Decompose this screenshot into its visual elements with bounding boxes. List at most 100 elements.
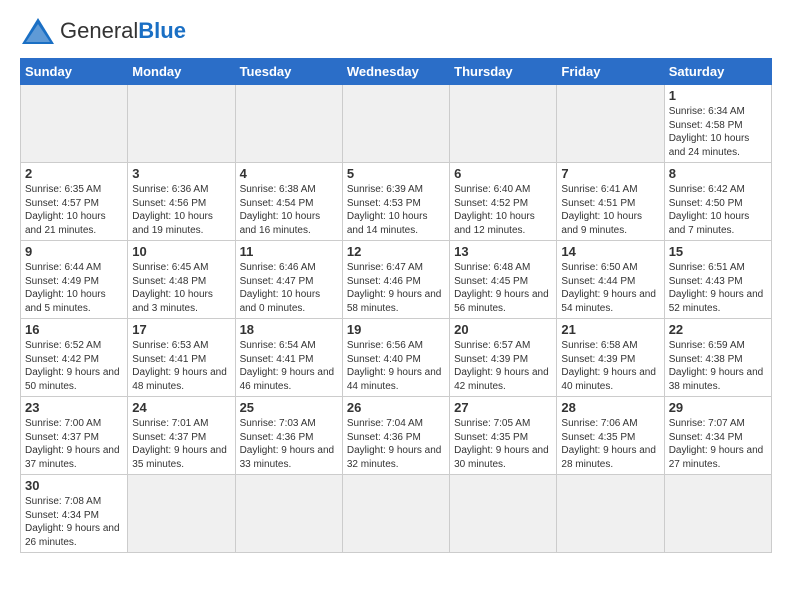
- day-info: Sunrise: 6:36 AM Sunset: 4:56 PM Dayligh…: [132, 183, 230, 237]
- calendar-cell: 18 Sunrise: 6:54 AM Sunset: 4:41 PM Dayli…: [235, 319, 342, 397]
- calendar-cell: 5Sunrise: 6:39 AM Sunset: 4:53 PM Daylig…: [342, 163, 449, 241]
- day-number: 23: [25, 400, 123, 415]
- day-info: Sunrise: 6:35 AM Sunset: 4:57 PM Dayligh…: [25, 183, 123, 237]
- day-number: 27: [454, 400, 552, 415]
- day-info: Sunrise: 7:08 AM Sunset: 4:34 PM Dayligh…: [25, 495, 123, 549]
- day-number: 12: [347, 244, 445, 259]
- weekday-header-row: SundayMondayTuesdayWednesdayThursdayFrid…: [21, 59, 772, 85]
- day-number: 16: [25, 322, 123, 337]
- calendar-cell: [21, 85, 128, 163]
- calendar-cell: 2 Sunrise: 6:35 AM Sunset: 4:57 PM Daylig…: [21, 163, 128, 241]
- calendar-cell: 7 Sunrise: 6:41 AM Sunset: 4:51 PM Daylig…: [557, 163, 664, 241]
- day-number: 17: [132, 322, 230, 337]
- day-info: Sunrise: 6:47 AM Sunset: 4:46 PM Dayligh…: [347, 261, 445, 315]
- logo-icon: [20, 16, 56, 46]
- day-info: Sunrise: 6:54 AM Sunset: 4:41 PM Dayligh…: [240, 339, 338, 393]
- calendar-cell: 22Sunrise: 6:59 AM Sunset: 4:38 PM Dayli…: [664, 319, 771, 397]
- day-number: 9: [25, 244, 123, 259]
- logo: GeneralBlue: [20, 16, 186, 46]
- day-number: 2: [25, 166, 123, 181]
- calendar-cell: 24 Sunrise: 7:01 AM Sunset: 4:37 PM Dayli…: [128, 397, 235, 475]
- calendar-cell: 26 Sunrise: 7:04 AM Sunset: 4:36 PM Dayli…: [342, 397, 449, 475]
- calendar-cell: [557, 475, 664, 553]
- calendar-cell: 10 Sunrise: 6:45 AM Sunset: 4:48 PM Dayli…: [128, 241, 235, 319]
- day-number: 1: [669, 88, 767, 103]
- day-info: Sunrise: 6:48 AM Sunset: 4:45 PM Dayligh…: [454, 261, 552, 315]
- day-number: 26: [347, 400, 445, 415]
- weekday-header-sunday: Sunday: [21, 59, 128, 85]
- day-info: Sunrise: 6:45 AM Sunset: 4:48 PM Dayligh…: [132, 261, 230, 315]
- day-number: 29: [669, 400, 767, 415]
- day-info: Sunrise: 6:41 AM Sunset: 4:51 PM Dayligh…: [561, 183, 659, 237]
- day-info: Sunrise: 6:56 AM Sunset: 4:40 PM Dayligh…: [347, 339, 445, 393]
- day-number: 18: [240, 322, 338, 337]
- calendar-cell: 11Sunrise: 6:46 AM Sunset: 4:47 PM Dayli…: [235, 241, 342, 319]
- day-info: Sunrise: 6:42 AM Sunset: 4:50 PM Dayligh…: [669, 183, 767, 237]
- day-number: 14: [561, 244, 659, 259]
- day-info: Sunrise: 6:46 AM Sunset: 4:47 PM Dayligh…: [240, 261, 338, 315]
- day-number: 19: [347, 322, 445, 337]
- calendar-cell: [128, 85, 235, 163]
- day-number: 6: [454, 166, 552, 181]
- calendar-cell: 28 Sunrise: 7:06 AM Sunset: 4:35 PM Dayli…: [557, 397, 664, 475]
- day-number: 22: [669, 322, 767, 337]
- weekday-header-saturday: Saturday: [664, 59, 771, 85]
- calendar-cell: [450, 85, 557, 163]
- calendar-cell: 13Sunrise: 6:48 AM Sunset: 4:45 PM Dayli…: [450, 241, 557, 319]
- day-info: Sunrise: 7:01 AM Sunset: 4:37 PM Dayligh…: [132, 417, 230, 471]
- calendar-cell: [664, 475, 771, 553]
- day-info: Sunrise: 6:58 AM Sunset: 4:39 PM Dayligh…: [561, 339, 659, 393]
- calendar-cell: 21Sunrise: 6:58 AM Sunset: 4:39 PM Dayli…: [557, 319, 664, 397]
- day-info: Sunrise: 7:03 AM Sunset: 4:36 PM Dayligh…: [240, 417, 338, 471]
- calendar-cell: 9Sunrise: 6:44 AM Sunset: 4:49 PM Daylig…: [21, 241, 128, 319]
- calendar-cell: [557, 85, 664, 163]
- week-row-1: 1 Sunrise: 6:34 AM Sunset: 4:58 PM Daylig…: [21, 85, 772, 163]
- calendar-cell: [342, 475, 449, 553]
- calendar-cell: 6 Sunrise: 6:40 AM Sunset: 4:52 PM Daylig…: [450, 163, 557, 241]
- day-info: Sunrise: 7:05 AM Sunset: 4:35 PM Dayligh…: [454, 417, 552, 471]
- day-number: 15: [669, 244, 767, 259]
- day-number: 4: [240, 166, 338, 181]
- day-number: 7: [561, 166, 659, 181]
- calendar-cell: 19 Sunrise: 6:56 AM Sunset: 4:40 PM Dayli…: [342, 319, 449, 397]
- day-number: 10: [132, 244, 230, 259]
- calendar-cell: 8 Sunrise: 6:42 AM Sunset: 4:50 PM Daylig…: [664, 163, 771, 241]
- calendar-cell: 27 Sunrise: 7:05 AM Sunset: 4:35 PM Dayli…: [450, 397, 557, 475]
- day-info: Sunrise: 7:04 AM Sunset: 4:36 PM Dayligh…: [347, 417, 445, 471]
- calendar: SundayMondayTuesdayWednesdayThursdayFrid…: [20, 58, 772, 553]
- logo-general: General: [60, 18, 138, 43]
- day-info: Sunrise: 7:06 AM Sunset: 4:35 PM Dayligh…: [561, 417, 659, 471]
- calendar-cell: 1 Sunrise: 6:34 AM Sunset: 4:58 PM Daylig…: [664, 85, 771, 163]
- day-number: 8: [669, 166, 767, 181]
- week-row-5: 23 Sunrise: 7:00 AM Sunset: 4:37 PM Dayli…: [21, 397, 772, 475]
- day-info: Sunrise: 7:00 AM Sunset: 4:37 PM Dayligh…: [25, 417, 123, 471]
- calendar-cell: [128, 475, 235, 553]
- weekday-header-thursday: Thursday: [450, 59, 557, 85]
- calendar-cell: [235, 85, 342, 163]
- week-row-6: 30Sunrise: 7:08 AM Sunset: 4:34 PM Dayli…: [21, 475, 772, 553]
- weekday-header-friday: Friday: [557, 59, 664, 85]
- calendar-cell: 3Sunrise: 6:36 AM Sunset: 4:56 PM Daylig…: [128, 163, 235, 241]
- calendar-cell: 16 Sunrise: 6:52 AM Sunset: 4:42 PM Dayli…: [21, 319, 128, 397]
- day-info: Sunrise: 6:40 AM Sunset: 4:52 PM Dayligh…: [454, 183, 552, 237]
- calendar-cell: 23 Sunrise: 7:00 AM Sunset: 4:37 PM Dayli…: [21, 397, 128, 475]
- day-number: 20: [454, 322, 552, 337]
- day-info: Sunrise: 7:07 AM Sunset: 4:34 PM Dayligh…: [669, 417, 767, 471]
- calendar-cell: [342, 85, 449, 163]
- weekday-header-wednesday: Wednesday: [342, 59, 449, 85]
- day-info: Sunrise: 6:38 AM Sunset: 4:54 PM Dayligh…: [240, 183, 338, 237]
- day-number: 24: [132, 400, 230, 415]
- week-row-2: 2 Sunrise: 6:35 AM Sunset: 4:57 PM Daylig…: [21, 163, 772, 241]
- day-info: Sunrise: 6:52 AM Sunset: 4:42 PM Dayligh…: [25, 339, 123, 393]
- page: GeneralBlue SundayMondayTuesdayWednesday…: [0, 0, 792, 563]
- logo-blue: Blue: [138, 18, 186, 43]
- calendar-cell: 12 Sunrise: 6:47 AM Sunset: 4:46 PM Dayli…: [342, 241, 449, 319]
- day-info: Sunrise: 6:34 AM Sunset: 4:58 PM Dayligh…: [669, 105, 767, 159]
- week-row-3: 9Sunrise: 6:44 AM Sunset: 4:49 PM Daylig…: [21, 241, 772, 319]
- day-info: Sunrise: 6:50 AM Sunset: 4:44 PM Dayligh…: [561, 261, 659, 315]
- day-info: Sunrise: 6:51 AM Sunset: 4:43 PM Dayligh…: [669, 261, 767, 315]
- week-row-4: 16 Sunrise: 6:52 AM Sunset: 4:42 PM Dayli…: [21, 319, 772, 397]
- day-number: 28: [561, 400, 659, 415]
- calendar-cell: 30Sunrise: 7:08 AM Sunset: 4:34 PM Dayli…: [21, 475, 128, 553]
- day-info: Sunrise: 6:53 AM Sunset: 4:41 PM Dayligh…: [132, 339, 230, 393]
